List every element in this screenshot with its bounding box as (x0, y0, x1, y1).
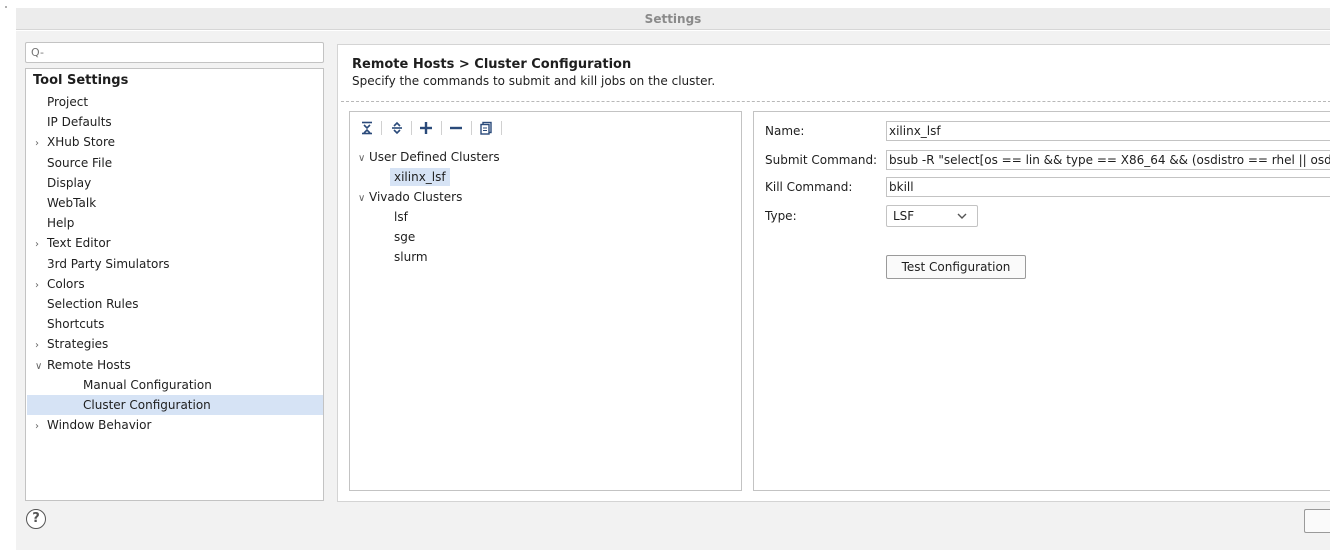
nav-item-label: XHub Store (47, 135, 115, 150)
nav-item-label: Shortcuts (47, 317, 105, 332)
toolbar-separator (501, 121, 502, 135)
chevron-right-icon[interactable]: › (35, 134, 47, 154)
chevron-right-icon[interactable]: › (35, 417, 47, 437)
help-icon[interactable]: ? (26, 509, 46, 529)
nav-item[interactable]: Shortcuts (27, 314, 323, 334)
nav-item-label: 3rd Party Simulators (47, 256, 170, 271)
dialog-button-partial[interactable] (1304, 509, 1330, 533)
tree-item[interactable]: lsf (394, 207, 408, 227)
nav-item-label: Project (47, 95, 89, 109)
toolbar-separator (441, 121, 442, 135)
toolbar-separator (381, 121, 382, 135)
kill-command-field[interactable]: bkill (886, 177, 1330, 197)
chevron-right-icon[interactable]: › (35, 276, 47, 296)
nav-item[interactable]: › XHub Store (27, 132, 323, 152)
nav-item[interactable]: 3rd Party Simulators (27, 254, 323, 274)
name-label: Name: (765, 124, 805, 138)
chevron-down-icon[interactable]: ∨ (35, 357, 47, 377)
minus-icon (450, 126, 462, 130)
nav-item-label: Display (47, 175, 92, 190)
tree-item-label: sge (394, 230, 416, 244)
chevron-down-icon (957, 206, 967, 234)
copy-icon (480, 121, 492, 135)
nav-item[interactable]: › Window Behavior (27, 415, 323, 435)
nav-item-label: Colors (47, 276, 85, 291)
nav-item-label: Cluster Configuration (83, 398, 211, 412)
chevron-down-icon[interactable]: ∨ (358, 189, 369, 209)
content-panel: Remote Hosts > Cluster Configuration Spe… (337, 44, 1330, 502)
nav-item[interactable]: IP Defaults (27, 112, 323, 132)
tree-item-label: xilinx_lsf (390, 168, 450, 186)
remove-cluster-button[interactable] (447, 119, 465, 137)
nav-item[interactable]: Project (27, 92, 323, 112)
nav-item[interactable]: › Text Editor (27, 233, 323, 253)
kill-command-label: Kill Command: (765, 180, 853, 194)
nav-item-label: Window Behavior (47, 418, 152, 433)
nav-item-label: Selection Rules (47, 297, 139, 311)
nav-item-label: Manual Configuration (83, 377, 212, 392)
toolbar-separator (411, 121, 412, 135)
window-corner-mark (5, 6, 7, 8)
search-box[interactable] (25, 42, 324, 63)
nav-item[interactable]: Selection Rules (27, 294, 323, 314)
tree-group-label: User Defined Clusters (369, 150, 500, 164)
nav-item-label: Help (47, 216, 75, 231)
expand-all-icon (392, 121, 402, 135)
nav-item[interactable]: ∨ Remote Hosts (27, 355, 323, 375)
cluster-tree-panel: ∨ User Defined Clusters xilinx_lsf ∨ Vivado … (349, 111, 742, 491)
name-field[interactable]: xilinx_lsf (886, 121, 1330, 141)
copy-cluster-button[interactable] (477, 119, 495, 137)
type-select-value: LSF (893, 209, 915, 223)
nav-item-label: Source File (47, 155, 113, 170)
nav-heading: Tool Settings (33, 73, 129, 88)
submit-command-field[interactable]: bsub -R "select[os == lin && type == X86… (886, 150, 1330, 170)
tree-group[interactable]: ∨ Vivado Clusters (358, 187, 462, 207)
page-description: Specify the commands to submit and kill … (352, 74, 716, 88)
search-input[interactable] (29, 46, 289, 59)
nav-item[interactable]: › Colors (27, 274, 323, 294)
tree-toolbar (350, 112, 741, 144)
plus-icon (420, 122, 432, 134)
nav-item[interactable]: Source File (27, 153, 323, 173)
test-configuration-button[interactable]: Test Configuration (886, 255, 1026, 279)
nav-item-label: Remote Hosts (47, 357, 131, 372)
cluster-form: Name: xilinx_lsf Submit Command: bsub -R… (753, 111, 1330, 491)
type-label: Type: (765, 209, 797, 223)
chevron-down-icon[interactable]: ∨ (358, 149, 369, 169)
nav-item[interactable]: › Strategies (27, 334, 323, 354)
nav-item-label: Text Editor (47, 236, 111, 251)
nav-item-label: IP Defaults (47, 115, 112, 130)
add-cluster-button[interactable] (417, 119, 435, 137)
tree-group-label: Vivado Clusters (369, 190, 463, 204)
tree-item[interactable]: xilinx_lsf (390, 167, 450, 187)
settings-nav: Tool Settings Project IP Defaults › XHub St… (25, 68, 324, 501)
tree-item[interactable]: sge (394, 227, 415, 247)
breadcrumb: Remote Hosts > Cluster Configuration (352, 57, 632, 72)
nav-item-label: Strategies (47, 337, 109, 352)
nav-item[interactable]: Help (27, 213, 323, 233)
tree-item[interactable]: slurm (394, 247, 428, 267)
type-select[interactable]: LSF (886, 205, 978, 227)
toolbar-separator (471, 121, 472, 135)
chevron-right-icon[interactable]: › (35, 235, 47, 255)
nav-item[interactable]: WebTalk (27, 193, 323, 213)
collapse-all-icon (362, 121, 372, 135)
tree-group[interactable]: ∨ User Defined Clusters (358, 147, 500, 167)
nav-item[interactable]: Manual Configuration (27, 375, 323, 395)
submit-command-label: Submit Command: (765, 153, 878, 167)
chevron-right-icon[interactable]: › (35, 336, 47, 356)
expand-all-button[interactable] (388, 119, 406, 137)
tree-item-label: slurm (394, 250, 428, 264)
nav-item[interactable]: Cluster Configuration (27, 395, 323, 415)
nav-item-label: WebTalk (47, 196, 97, 210)
divider (341, 101, 1330, 102)
collapse-all-button[interactable] (358, 119, 376, 137)
nav-item[interactable]: Display (27, 173, 323, 193)
window-title: Settings (16, 8, 1330, 30)
tree-item-label: lsf (394, 210, 408, 224)
